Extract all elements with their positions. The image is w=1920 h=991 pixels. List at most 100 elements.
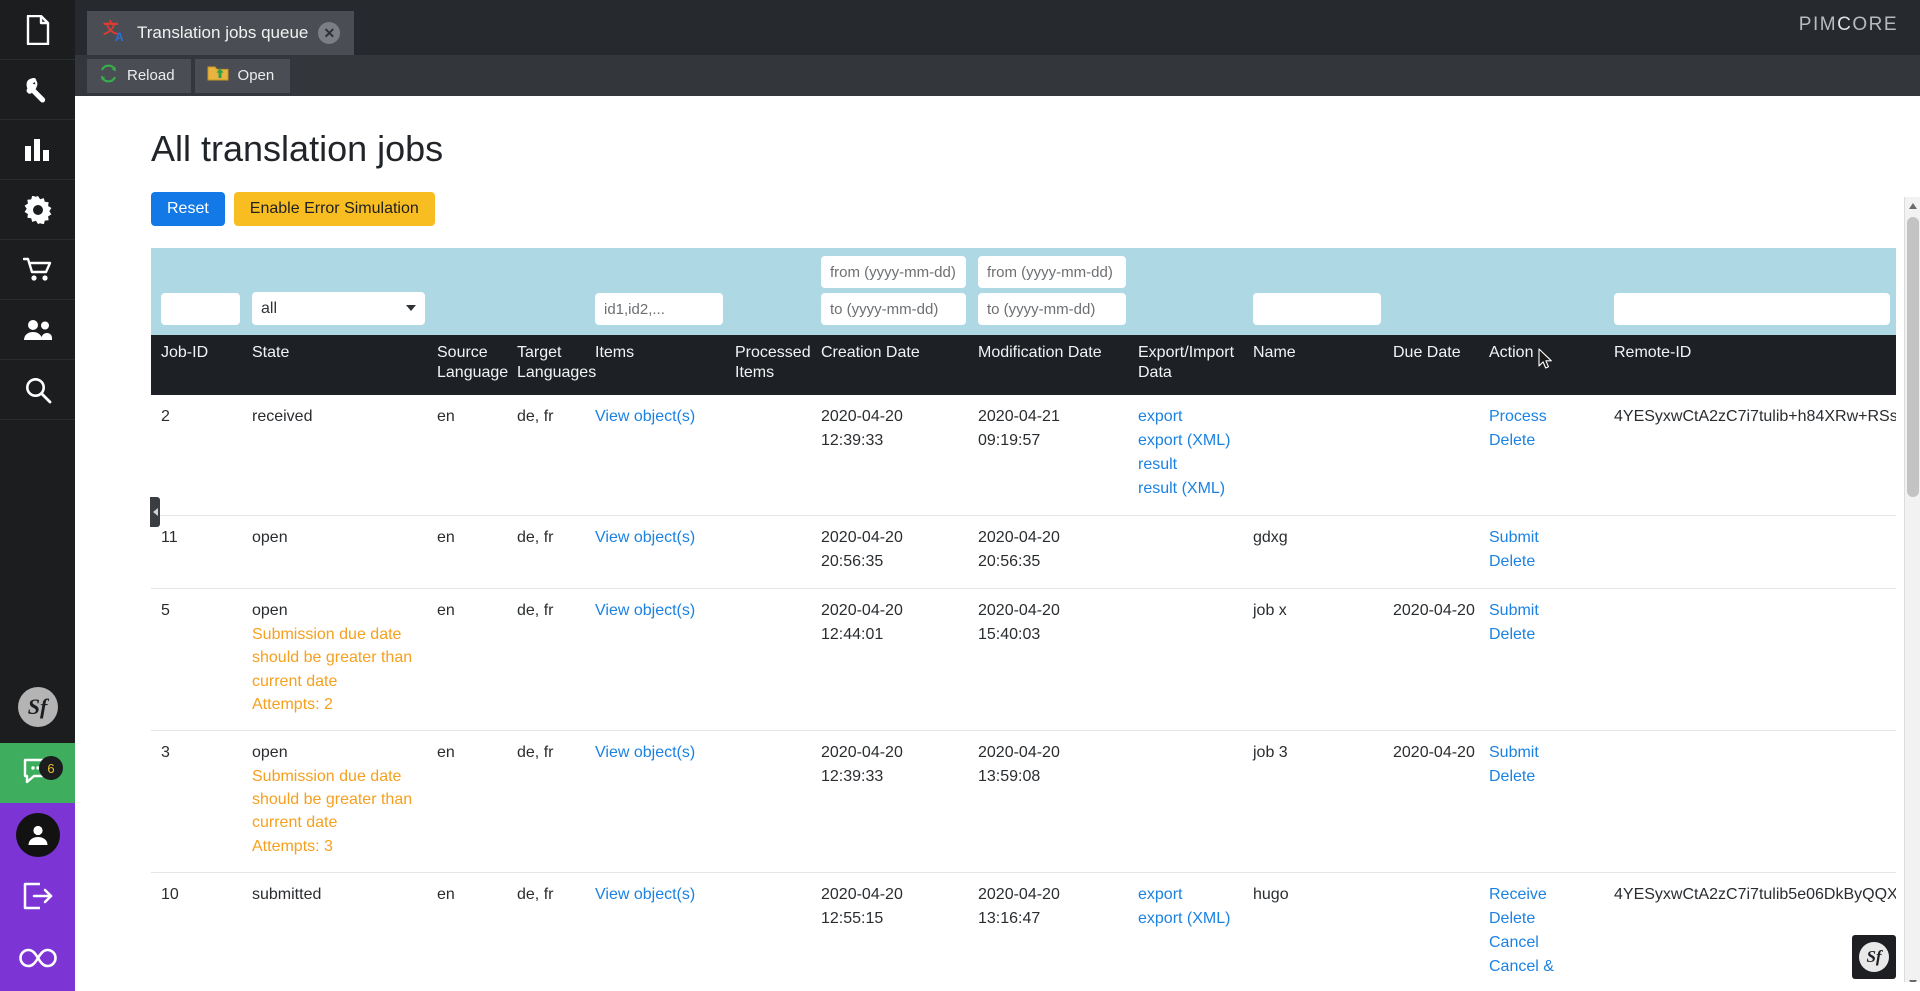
action-link[interactable]: Cancel	[1489, 931, 1602, 955]
cell-items: View object(s)	[589, 516, 729, 589]
action-link[interactable]: Delete	[1489, 623, 1602, 647]
scrollbar-thumb[interactable]	[1907, 217, 1919, 498]
action-link[interactable]: Submit	[1489, 599, 1602, 623]
close-icon[interactable]: ✕	[318, 22, 341, 44]
sidebar-symfony-profiler[interactable]: Sf	[0, 671, 75, 743]
main-area: 文 A Translation jobs queue ✕ PIMCORE Rel…	[75, 0, 1920, 991]
state-filter-select[interactable]: all	[252, 292, 425, 326]
pimcore-brand: PIMCORE	[1799, 14, 1898, 36]
sidebar-item-ecommerce[interactable]	[0, 240, 75, 300]
view-objects-link[interactable]: View object(s)	[595, 405, 723, 429]
export-import-link[interactable]: export (XML)	[1138, 429, 1241, 453]
column-header-processed-items[interactable]: Processed Items	[729, 335, 815, 395]
left-sidebar: Sf 6	[0, 0, 75, 991]
sidebar-item-tools[interactable]	[0, 60, 75, 120]
remote-id-filter-input[interactable]	[1614, 293, 1890, 326]
sidebar-item-profile[interactable]	[0, 803, 75, 867]
cell-due-date: 2020-04-20	[1393, 602, 1475, 620]
export-import-link[interactable]: export (XML)	[1138, 907, 1241, 931]
search-icon	[24, 376, 52, 404]
modification-date-to-input[interactable]	[978, 293, 1126, 326]
export-import-link[interactable]: export	[1138, 883, 1241, 907]
symfony-profiler-badge[interactable]: Sf	[1852, 935, 1896, 979]
state-value: open	[252, 529, 288, 547]
export-import-link[interactable]: result	[1138, 453, 1241, 477]
sidebar-item-search[interactable]	[0, 360, 75, 420]
sidebar-item-chat[interactable]: 6	[0, 743, 75, 803]
sidebar-item-users[interactable]	[0, 300, 75, 360]
creation-date-to-input[interactable]	[821, 293, 966, 326]
action-link[interactable]: Delete	[1489, 429, 1602, 453]
job-id-filter-input[interactable]	[161, 293, 240, 326]
modification-date-from-input[interactable]	[978, 256, 1126, 289]
cell-due-date: 2020-04-20	[1393, 744, 1475, 762]
column-header-source-language[interactable]: Source Language	[431, 335, 511, 395]
cell-items: View object(s)	[589, 872, 729, 991]
column-header-items[interactable]: Items	[589, 335, 729, 395]
avatar	[15, 813, 60, 857]
view-objects-link[interactable]: View object(s)	[595, 526, 723, 550]
view-objects-link[interactable]: View object(s)	[595, 883, 723, 907]
column-header-job-id[interactable]: Job-ID	[151, 335, 246, 395]
table-row[interactable]: 11 open en de, fr View object(s) 2020-04-20 2…	[151, 515, 1896, 589]
action-link[interactable]: Submit	[1489, 741, 1602, 765]
column-header-action[interactable]: Action	[1483, 335, 1608, 395]
cell-target-languages: de, fr	[517, 602, 554, 620]
state-error-message: Submission due date should be greater th…	[252, 768, 413, 832]
action-link[interactable]: Delete	[1489, 765, 1602, 789]
table-row[interactable]: 3 open Submission due date should be great…	[151, 730, 1896, 873]
view-objects-link[interactable]: View object(s)	[595, 599, 723, 623]
column-header-target-languages[interactable]: Target Languages	[511, 335, 596, 395]
action-link[interactable]: Process	[1489, 405, 1602, 429]
column-header-due-date[interactable]: Due Date	[1387, 335, 1483, 395]
sidebar-item-reports[interactable]	[0, 120, 75, 180]
export-import-link[interactable]: export	[1138, 405, 1241, 429]
column-header-modification-date[interactable]: Modification Date	[972, 335, 1132, 395]
refresh-icon	[99, 64, 118, 87]
cell-name: job 3	[1253, 744, 1288, 762]
cell-target-languages: de, fr	[517, 408, 554, 426]
open-button[interactable]: Open	[194, 58, 291, 93]
tab-translation-jobs-queue[interactable]: 文 A Translation jobs queue ✕	[87, 11, 355, 55]
enable-error-simulation-button[interactable]: Enable Error Simulation	[233, 192, 435, 227]
name-filter-input[interactable]	[1253, 293, 1381, 326]
action-link[interactable]: Delete	[1489, 550, 1602, 574]
cell-export-import-data	[1132, 516, 1247, 589]
bottom-strip	[150, 982, 1920, 991]
sidebar-item-documents[interactable]	[0, 0, 75, 60]
table-row[interactable]: 5 open Submission due date should be great…	[151, 588, 1896, 731]
vertical-scrollbar[interactable]	[1904, 197, 1920, 991]
sidebar-item-settings[interactable]	[0, 180, 75, 240]
application-window: Sf 6 文 A Translation jobs queue ✕ PIMCOR…	[0, 0, 1920, 991]
creation-date-from-input[interactable]	[821, 256, 966, 289]
reset-button[interactable]: Reset	[151, 192, 225, 227]
action-link[interactable]: Submit	[1489, 526, 1602, 550]
items-filter-input[interactable]	[595, 293, 723, 326]
file-icon	[25, 14, 51, 45]
table-row[interactable]: 10 submitted en de, fr View object(s) 2020-04…	[151, 872, 1896, 991]
open-label: Open	[237, 67, 275, 85]
state-attempts: Attempts: 2	[252, 695, 333, 713]
column-header-remote-id[interactable]: Remote-ID	[1608, 335, 1896, 395]
column-header-export-import-data[interactable]: Export/Import Data	[1132, 335, 1247, 395]
filter-cell-job-id	[151, 248, 246, 335]
cell-remote-id	[1608, 731, 1896, 873]
logout-icon	[23, 882, 53, 915]
jobs-table-wrapper: all id1,id2,... from (yyyy-mm-dd) to (yy…	[151, 248, 1896, 991]
export-import-link[interactable]: result (XML)	[1138, 477, 1241, 501]
action-link[interactable]: Delete	[1489, 907, 1602, 931]
cell-action: Submit Delete	[1483, 589, 1608, 731]
view-objects-link[interactable]: View object(s)	[595, 741, 723, 765]
column-header-name[interactable]: Name	[1247, 335, 1387, 395]
gear-icon	[24, 195, 52, 224]
action-link[interactable]: Receive	[1489, 883, 1602, 907]
column-header-creation-date[interactable]: Creation Date	[815, 335, 972, 395]
sidebar-collapse-handle[interactable]	[150, 497, 160, 527]
reload-button[interactable]: Reload	[87, 58, 191, 93]
state-attempts: Attempts: 3	[252, 837, 333, 855]
scroll-up-icon[interactable]	[1905, 197, 1920, 215]
column-header-state[interactable]: State	[246, 335, 431, 395]
sidebar-item-infinity[interactable]	[0, 929, 75, 991]
sidebar-item-logout[interactable]	[0, 867, 75, 929]
table-row[interactable]: 2 received en de, fr View object(s) 2020-04-2…	[151, 395, 1896, 516]
